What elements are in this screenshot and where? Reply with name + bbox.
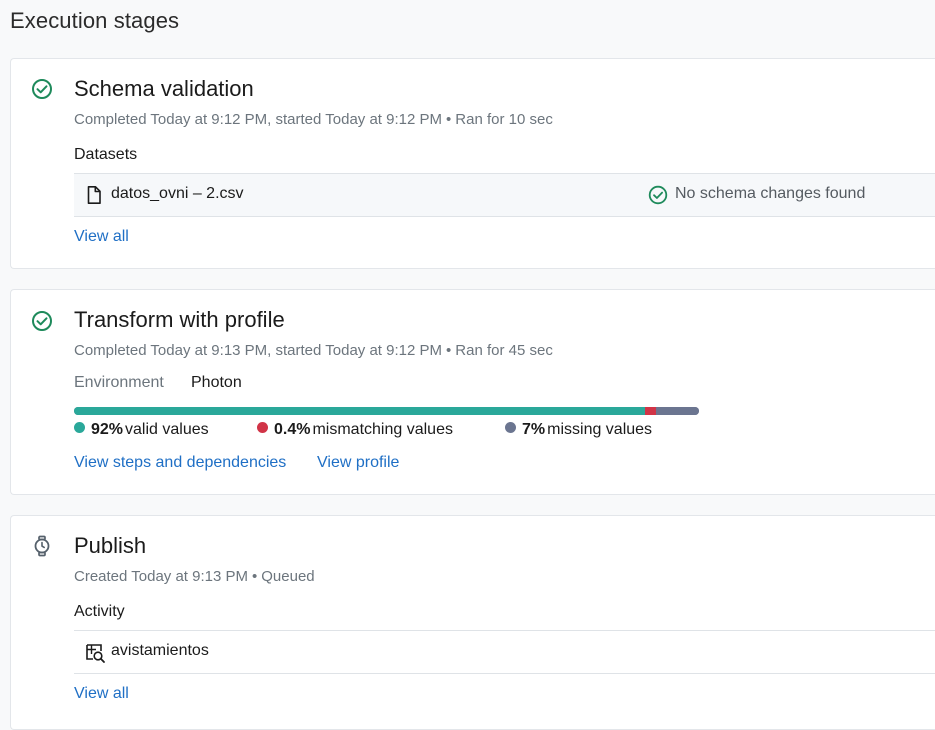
stopwatch-icon: [34, 535, 50, 557]
stage-meta: Completed Today at 9:13 PM, started Toda…: [74, 342, 553, 359]
check-circle-icon: [32, 311, 52, 331]
view-steps-link[interactable]: View steps and dependencies: [74, 454, 286, 472]
legend-valid: 92% valid values: [74, 421, 209, 439]
environment-label: Environment: [74, 374, 164, 391]
valid-percent: 92%: [91, 421, 124, 438]
legend-mismatch: 0.4% mismatching values: [257, 421, 453, 439]
section-label-activity: Activity: [74, 603, 125, 620]
dot-separator: •: [446, 111, 452, 128]
stage-time: Created Today at 9:13 PM: [74, 568, 248, 585]
stage-title: Publish: [74, 533, 147, 558]
stage-time: Completed Today at 9:12 PM, started Toda…: [74, 111, 442, 128]
mismatch-dot-icon: [257, 422, 268, 433]
view-profile-link[interactable]: View profile: [317, 454, 399, 472]
output-name: avistamientos: [111, 642, 209, 659]
stage-duration: Ran for 10 sec: [455, 111, 553, 128]
profile-bar-missing: [655, 407, 699, 415]
valid-dot-icon: [74, 422, 85, 433]
stage-meta: Completed Today at 9:12 PM, started Toda…: [74, 111, 553, 128]
mismatch-percent: 0.4%: [274, 421, 311, 438]
dataset-name: datos_ovni – 2.csv: [111, 185, 244, 202]
stage-duration: Queued: [261, 568, 315, 585]
check-circle-icon: [648, 185, 668, 205]
stage-meta: Created Today at 9:13 PM • Queued: [74, 568, 315, 585]
missing-percent: 7%: [522, 421, 546, 438]
section-label-datasets: Datasets: [74, 146, 138, 163]
stage-card-transform: Transform with profile Completed Today a…: [10, 289, 935, 495]
view-all-activity-link[interactable]: View all: [74, 685, 129, 703]
schema-status: No schema changes found: [675, 185, 866, 202]
stage-title: Schema validation: [74, 76, 254, 101]
stage-time: Completed Today at 9:13 PM, started Toda…: [74, 342, 442, 359]
dot-separator: •: [252, 568, 258, 585]
missing-dot-icon: [505, 422, 516, 433]
profile-bar-valid: [74, 407, 645, 415]
check-circle-icon: [32, 79, 52, 99]
output-row[interactable]: avistamientos: [74, 630, 935, 674]
environment-value: Photon: [191, 374, 242, 391]
profile-bar-mismatch: [644, 407, 656, 415]
dataset-row[interactable]: datos_ovni – 2.csv No schema changes fou…: [74, 173, 935, 217]
table-search-icon: [86, 644, 105, 663]
view-all-datasets-link[interactable]: View all: [74, 228, 129, 246]
stage-card-publish: Publish Created Today at 9:13 PM • Queued …: [10, 515, 935, 730]
stage-duration: Ran for 45 sec: [455, 342, 553, 359]
dot-separator: •: [446, 342, 452, 359]
mismatch-label: mismatching values: [312, 421, 453, 438]
page-title: Execution stages: [10, 8, 180, 33]
file-icon: [87, 186, 101, 204]
profile-bar[interactable]: [74, 407, 699, 415]
stage-title: Transform with profile: [74, 307, 285, 332]
stage-card-schema-validation: Schema validation Completed Today at 9:1…: [10, 58, 935, 269]
valid-label: valid values: [125, 421, 209, 438]
missing-label: missing values: [547, 421, 653, 438]
legend-missing: 7% missing values: [505, 421, 652, 439]
